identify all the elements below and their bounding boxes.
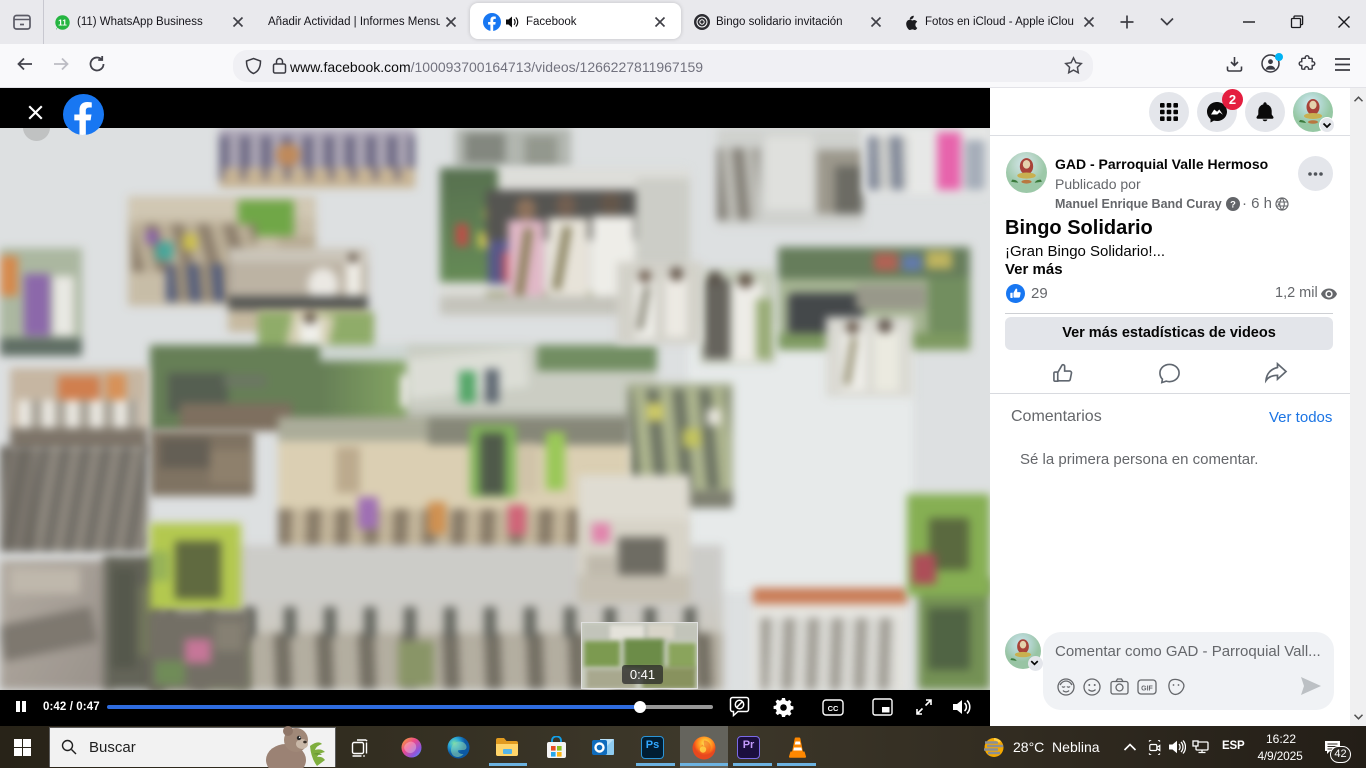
svg-text:11: 11 bbox=[58, 19, 67, 28]
svg-text:CC: CC bbox=[828, 704, 839, 713]
svg-text:?: ? bbox=[1230, 199, 1236, 209]
svg-text:GIF: GIF bbox=[1141, 686, 1153, 693]
